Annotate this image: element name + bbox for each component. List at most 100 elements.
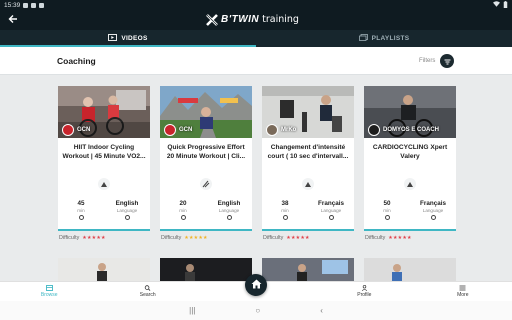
globe-icon xyxy=(124,215,130,220)
tab-playlists[interactable]: PLAYLISTS xyxy=(256,30,512,47)
cycling-icon xyxy=(404,178,416,190)
language-value: English xyxy=(217,200,241,207)
video-title: HIIT Indoor Cycling Workout | 45 Minute … xyxy=(62,144,146,160)
duration-metric: 20 min xyxy=(160,200,206,224)
channel-avatar xyxy=(368,124,380,136)
video-thumbnail[interactable] xyxy=(160,258,252,282)
tab-bar: VIDEOS PLAYLISTS xyxy=(0,30,512,47)
video-metrics: 45 min English Language xyxy=(58,200,150,224)
system-nav-bar: ||| ○ ‹ xyxy=(0,301,512,320)
globe-icon xyxy=(430,215,436,220)
clock-icon xyxy=(384,215,390,220)
duration-metric: 38 min xyxy=(262,200,308,224)
video-thumbnail[interactable]: MrKo xyxy=(262,86,354,138)
video-thumbnail-image xyxy=(262,258,354,282)
clock-icon xyxy=(78,215,84,220)
cycling-icon xyxy=(302,178,314,190)
duration-unit: min xyxy=(281,208,289,213)
video-thumbnail[interactable] xyxy=(364,258,456,282)
difficulty-label: Difficulty xyxy=(365,235,386,241)
system-home-button[interactable]: ○ xyxy=(255,306,260,315)
nav-more[interactable]: More xyxy=(414,282,512,301)
nav-browse[interactable]: Browse xyxy=(0,282,98,301)
notification-icon xyxy=(31,2,37,8)
nav-more-label: More xyxy=(457,292,469,298)
video-title: CARDIOCYCLING Xpert Valery xyxy=(372,144,448,160)
search-icon xyxy=(144,285,151,291)
difficulty-rating: Difficulty ★★★★★ xyxy=(263,235,310,241)
language-value: English xyxy=(115,200,139,207)
video-thumbnail[interactable]: DOMYOS E COACH xyxy=(364,86,456,138)
language-label: Language xyxy=(218,208,240,213)
difficulty-label: Difficulty xyxy=(161,235,182,241)
language-metric: Français Language xyxy=(410,200,456,224)
language-label: Language xyxy=(320,208,342,213)
channel-name: GCN xyxy=(179,127,193,133)
nav-profile-label: Profile xyxy=(357,292,372,298)
language-label: Language xyxy=(422,208,444,213)
nav-search-label: Search xyxy=(139,292,156,298)
video-thumbnail-image xyxy=(160,258,252,282)
duration-value: 50 xyxy=(383,200,391,207)
recents-button[interactable]: ||| xyxy=(189,306,195,315)
nav-profile[interactable]: Profile xyxy=(315,282,413,301)
section-title: Coaching xyxy=(57,56,96,66)
video-card[interactable]: GCN Quick Progressive Effort 20 Minute W… xyxy=(160,86,252,231)
video-thumbnail-image xyxy=(58,258,150,282)
playlist-icon xyxy=(358,34,368,43)
globe-icon xyxy=(328,215,334,220)
duration-metric: 45 min xyxy=(58,200,104,224)
menu-icon xyxy=(459,285,466,291)
status-time: 15:39 xyxy=(4,1,21,9)
difficulty-rating: Difficulty ★★★★★ xyxy=(161,235,208,241)
video-card[interactable]: GCN HIIT Indoor Cycling Workout | 45 Min… xyxy=(58,86,150,231)
video-thumbnail[interactable] xyxy=(262,258,354,282)
status-bar: 15:39 xyxy=(0,0,512,10)
globe-icon xyxy=(226,215,232,220)
difficulty-rating: Difficulty ★★★★★ xyxy=(59,235,106,241)
duration-unit: min xyxy=(179,208,187,213)
video-card[interactable]: DOMYOS E COACH CARDIOCYCLING Xpert Valer… xyxy=(364,86,456,231)
difficulty-stars: ★★★★★ xyxy=(388,235,412,241)
channel-badge: DOMYOS E COACH xyxy=(368,124,439,136)
difficulty-stars: ★★★★★ xyxy=(184,235,208,241)
video-thumbnail[interactable]: GCN xyxy=(58,86,150,138)
channel-avatar xyxy=(164,124,176,136)
nav-search[interactable]: Search xyxy=(98,282,196,301)
language-value: Français xyxy=(420,200,446,207)
home-button[interactable] xyxy=(245,274,267,296)
channel-name: GCN xyxy=(77,127,91,133)
back-arrow-icon[interactable] xyxy=(8,13,18,27)
video-title: Changement d'intensité court ( 10 sec d'… xyxy=(267,144,349,160)
system-back-button[interactable]: ‹ xyxy=(320,306,323,315)
video-thumbnail-image xyxy=(364,258,456,282)
language-label: Language xyxy=(116,208,138,213)
profile-icon xyxy=(361,284,368,292)
brand-name: B'TWIN xyxy=(221,13,260,25)
language-metric: English Language xyxy=(206,200,252,224)
channel-badge: GCN xyxy=(164,124,192,136)
brand-suffix: training xyxy=(262,13,299,25)
channel-name: DOMYOS E COACH xyxy=(383,127,440,133)
language-metric: Français Language xyxy=(308,200,354,224)
wifi-icon xyxy=(493,1,500,9)
channel-avatar xyxy=(62,124,74,136)
btwin-logo-icon xyxy=(206,13,218,26)
nav-browse-label: Browse xyxy=(40,292,58,298)
tab-videos-label: VIDEOS xyxy=(121,35,148,42)
filters-label[interactable]: Filters xyxy=(419,58,435,64)
section-header: Coaching Filters xyxy=(0,47,512,75)
difficulty-stars: ★★★★★ xyxy=(286,235,310,241)
video-card[interactable]: MrKo Changement d'intensité court ( 10 s… xyxy=(262,86,354,231)
channel-avatar xyxy=(266,124,278,136)
video-thumbnail[interactable] xyxy=(58,258,150,282)
difficulty-rating: Difficulty ★★★★★ xyxy=(365,235,412,241)
difficulty-label: Difficulty xyxy=(263,235,284,241)
tab-videos[interactable]: VIDEOS xyxy=(0,30,256,47)
duration-value: 45 xyxy=(77,200,85,207)
cycling-icon xyxy=(98,178,110,190)
video-thumbnail[interactable]: GCN xyxy=(160,86,252,138)
tab-playlists-label: PLAYLISTS xyxy=(371,35,410,42)
duration-value: 20 xyxy=(179,200,187,207)
filter-button[interactable] xyxy=(440,54,454,68)
